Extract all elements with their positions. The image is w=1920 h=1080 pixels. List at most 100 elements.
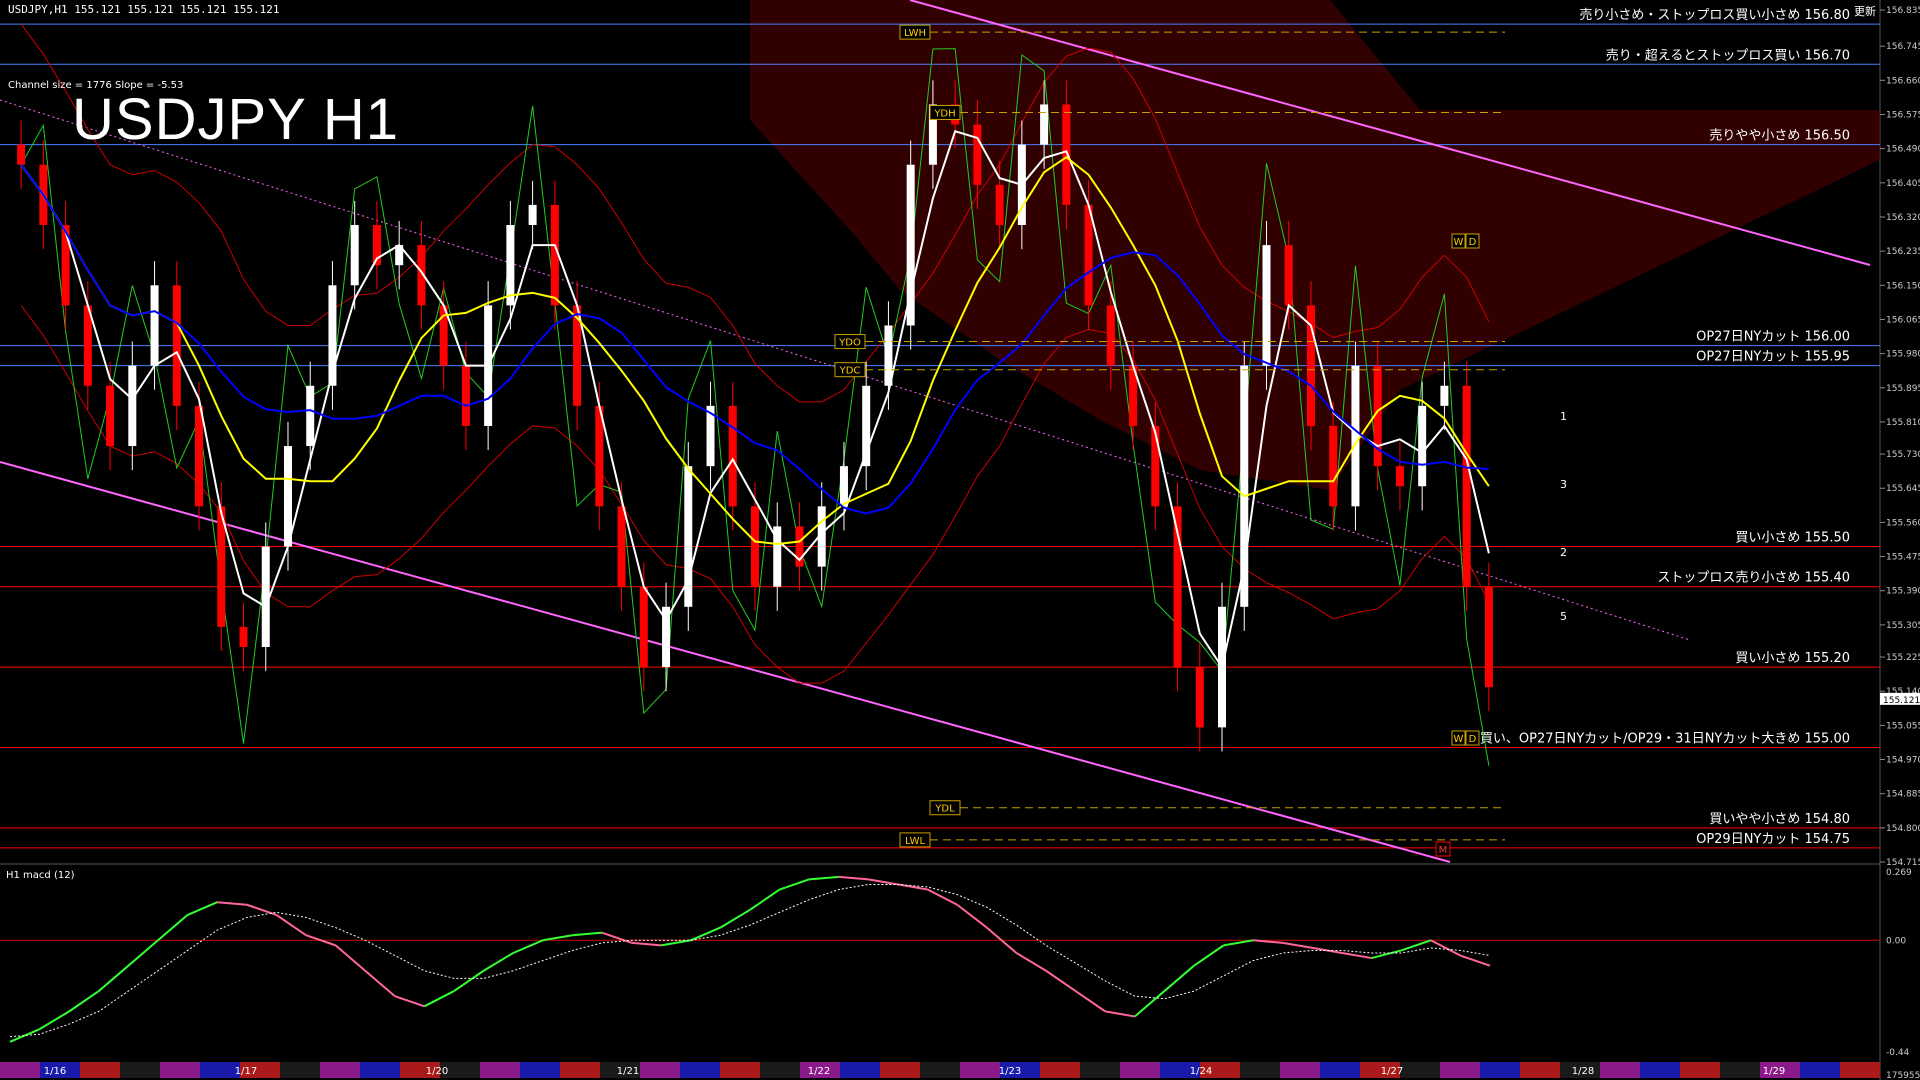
session-block — [1400, 1062, 1440, 1078]
macd-title: H1 macd (12) — [6, 870, 75, 881]
level-label: 買い小さめ 155.50 — [1735, 531, 1850, 546]
y-tick-label: 155.390 — [1886, 587, 1920, 597]
session-block — [0, 1062, 40, 1078]
candle-body — [1106, 305, 1115, 366]
candle-body — [1040, 104, 1049, 145]
m-label: M — [1439, 845, 1448, 856]
y-tick-label: 155.560 — [1886, 518, 1920, 528]
y-tick-label: 156.405 — [1886, 179, 1920, 189]
candle-body — [172, 285, 181, 406]
session-block — [1680, 1062, 1720, 1078]
candle-body — [1440, 385, 1449, 406]
session-block — [1120, 1062, 1160, 1078]
session-block — [480, 1062, 520, 1078]
y-tick-label: 155.645 — [1886, 484, 1920, 494]
y-tick-label: 156.320 — [1886, 213, 1920, 223]
session-block — [1240, 1062, 1280, 1078]
candle-body — [839, 466, 848, 507]
y-tick-label: 156.065 — [1886, 315, 1920, 325]
candle-body — [1329, 425, 1338, 507]
level-label: ストップロス売り小さめ 155.40 — [1657, 570, 1850, 586]
marker-label: YDH — [933, 108, 955, 119]
candle-body — [506, 225, 515, 306]
candle-body — [461, 365, 470, 426]
wd-label: D — [1469, 734, 1477, 745]
x-tick-label: 1/21 — [617, 1066, 639, 1077]
update-label: 更新 — [1854, 5, 1876, 18]
candle-body — [283, 446, 292, 547]
marker-label: YDL — [934, 804, 955, 815]
x-tick-label: 1/22 — [808, 1066, 830, 1077]
level-label: OP29日NYカット 154.75 — [1696, 832, 1850, 847]
y-tick-label: 156.575 — [1886, 110, 1920, 120]
current-price-label: 155.121 — [1883, 696, 1920, 706]
x-tick-label: 1/29 — [1763, 1066, 1785, 1077]
marker-label: LWH — [904, 28, 926, 39]
candle-body — [617, 506, 626, 587]
candle-body — [1462, 385, 1471, 587]
session-block — [160, 1062, 200, 1078]
chart-window: 売り小さめ・ストップロス買い小さめ 156.80 売り・超えるとストップロス買い … — [0, 0, 1920, 1080]
x-tick-label: 1/24 — [1190, 1066, 1212, 1077]
y-tick-label: 156.835 — [1886, 6, 1920, 16]
macd-tick-label: 0.00 — [1886, 936, 1906, 946]
session-block — [1280, 1062, 1320, 1078]
candle-body — [1351, 365, 1360, 507]
y-tick-label: 154.970 — [1886, 756, 1920, 766]
x-tick-label: 1/23 — [999, 1066, 1021, 1077]
y-tick-label: 154.885 — [1886, 790, 1920, 800]
wd-label: W — [1454, 237, 1464, 248]
y-tick-label: 154.800 — [1886, 824, 1920, 834]
level-label: 買い小さめ 155.20 — [1735, 651, 1850, 666]
candle-body — [195, 405, 204, 507]
price-chart[interactable]: 売り小さめ・ストップロス買い小さめ 156.80 売り・超えるとストップロス買い … — [0, 0, 1920, 1080]
candle-body — [1484, 586, 1493, 688]
symbol-info: USDJPY,H1 155.121 155.121 155.121 155.12… — [8, 3, 280, 16]
macd-bottom-label: 175955 — [1886, 1071, 1920, 1080]
candle-body — [1262, 245, 1271, 366]
level-label: 買いやや小さめ 154.80 — [1709, 812, 1850, 827]
session-block — [920, 1062, 960, 1078]
y-tick-label: 156.490 — [1886, 145, 1920, 155]
session-block — [1480, 1062, 1520, 1078]
candle-body — [1284, 245, 1293, 306]
candle-body — [1418, 405, 1427, 487]
session-block — [80, 1062, 120, 1078]
session-block — [1520, 1062, 1560, 1078]
session-block — [760, 1062, 800, 1078]
session-block — [1440, 1062, 1480, 1078]
candle-body — [728, 405, 737, 507]
x-tick-label: 1/17 — [235, 1066, 257, 1077]
wave-label: 5 — [1560, 610, 1567, 623]
y-tick-label: 155.730 — [1886, 450, 1920, 460]
session-block — [1720, 1062, 1760, 1078]
session-block — [320, 1062, 360, 1078]
y-tick-label: 155.225 — [1886, 653, 1920, 663]
candle-body — [973, 124, 982, 185]
candle-body — [1084, 204, 1093, 306]
level-label: 売り・超えるとストップロス買い 156.70 — [1606, 47, 1850, 63]
candle-body — [1151, 425, 1160, 507]
x-tick-label: 1/20 — [426, 1066, 448, 1077]
x-axis: 1/16 1/17 1/20 1/21 1/22 1/23 1/24 1/27 1/28 1/29 — [0, 1062, 1880, 1078]
level-label: 売り小さめ・ストップロス買い小さめ 156.80 — [1579, 7, 1850, 23]
candle-body — [1062, 104, 1071, 205]
marker-label: YDC — [839, 366, 861, 377]
y-tick-label: 156.150 — [1886, 281, 1920, 291]
wave-label: 2 — [1560, 546, 1567, 559]
candle-body — [128, 365, 137, 447]
y-tick-label: 156.660 — [1886, 76, 1920, 86]
session-block — [1800, 1062, 1840, 1078]
x-tick-label: 1/16 — [44, 1066, 66, 1077]
level-label: OP27日NYカット 155.95 — [1696, 350, 1850, 365]
x-tick-label: 1/28 — [1572, 1066, 1594, 1077]
candle-body — [17, 144, 26, 165]
session-block — [1320, 1062, 1360, 1078]
y-tick-label: 155.475 — [1886, 553, 1920, 563]
candle-body — [1195, 667, 1204, 728]
candle-body — [150, 285, 159, 366]
candle-body — [639, 586, 648, 668]
macd-tick-label: -0.44 — [1886, 1048, 1910, 1058]
y-tick-label: 155.980 — [1886, 350, 1920, 360]
y-tick-label: 154.715 — [1886, 858, 1920, 868]
